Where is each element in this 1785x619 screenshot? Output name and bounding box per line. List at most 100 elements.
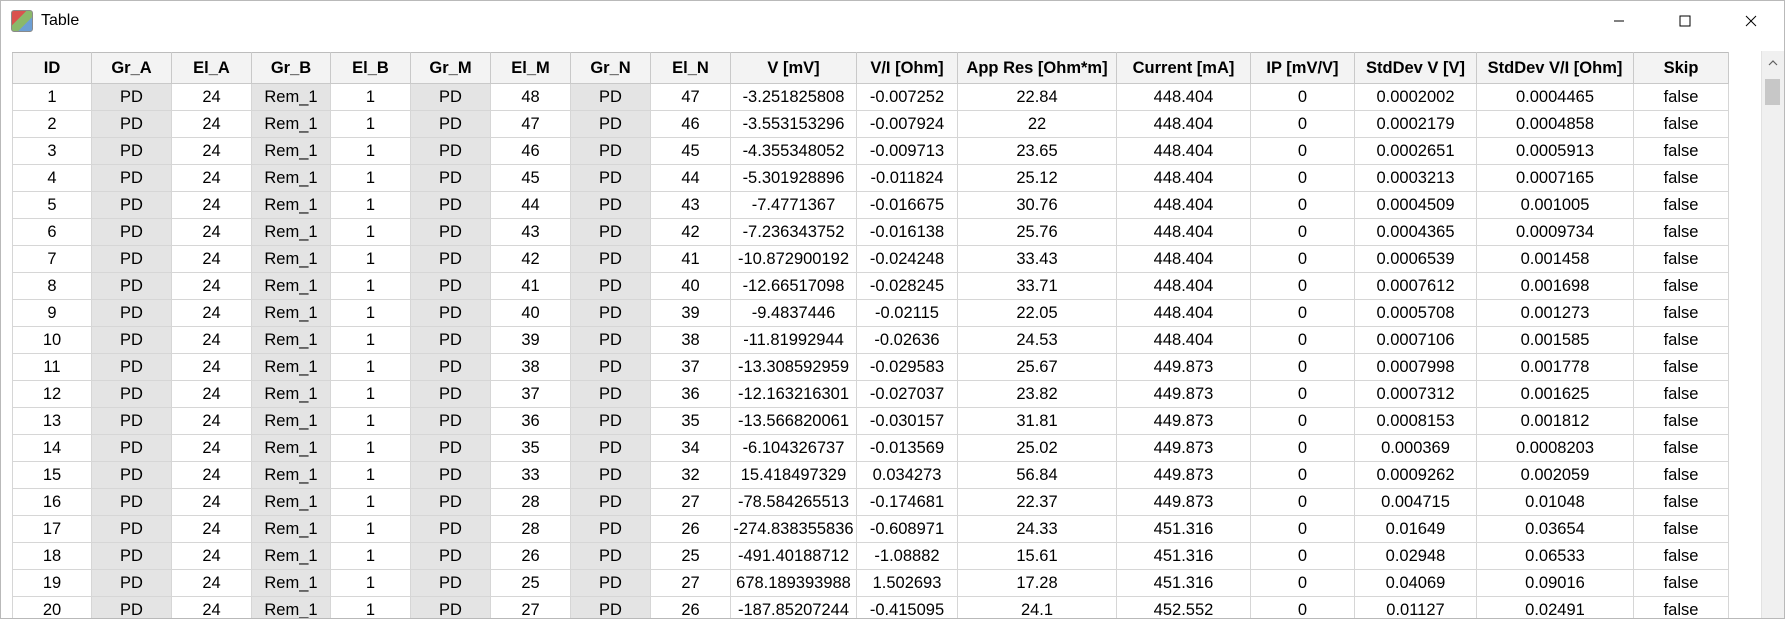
- table-cell[interactable]: PD: [410, 407, 491, 435]
- table-cell[interactable]: false: [1633, 299, 1729, 327]
- table-row[interactable]: 8 PD 24 Rem_1 1 PD 41 PD 40 -12.66517098 -0.028245…: [12, 272, 1729, 300]
- table-row[interactable]: 20 PD 24 Rem_1 1 PD 27 PD 26 -187.85207244 -0.4150…: [12, 596, 1729, 618]
- table-cell[interactable]: -3.251825808: [730, 83, 857, 111]
- table-cell[interactable]: 0.0007612: [1354, 272, 1477, 300]
- table-cell[interactable]: 42: [490, 245, 571, 273]
- table-cell[interactable]: 1: [330, 407, 411, 435]
- table-cell[interactable]: 23.65: [957, 137, 1117, 165]
- table-cell[interactable]: 1: [330, 326, 411, 354]
- column-header-el-n[interactable]: El_N: [650, 52, 731, 84]
- table-cell[interactable]: Rem_1: [251, 461, 331, 489]
- table-cell[interactable]: 13: [12, 407, 92, 435]
- table-cell[interactable]: PD: [91, 164, 172, 192]
- table-cell[interactable]: -6.104326737: [730, 434, 857, 462]
- table-cell[interactable]: 0.03654: [1476, 515, 1634, 543]
- table-cell[interactable]: false: [1633, 515, 1729, 543]
- table-cell[interactable]: PD: [570, 218, 651, 246]
- table-cell[interactable]: 24: [171, 299, 252, 327]
- scrollbar-thumb[interactable]: [1765, 79, 1780, 105]
- table-cell[interactable]: -0.608971: [856, 515, 958, 543]
- table-cell[interactable]: false: [1633, 110, 1729, 138]
- column-header-el-a[interactable]: El_A: [171, 52, 252, 84]
- table-cell[interactable]: 3: [12, 137, 92, 165]
- table-cell[interactable]: PD: [570, 299, 651, 327]
- table-cell[interactable]: -0.02115: [856, 299, 958, 327]
- table-cell[interactable]: Rem_1: [251, 596, 331, 618]
- table-cell[interactable]: 451.316: [1116, 569, 1251, 597]
- table-row[interactable]: 3 PD 24 Rem_1 1 PD 46 PD 45 -4.355348052 -0.009713…: [12, 137, 1729, 165]
- table-row[interactable]: 15 PD 24 Rem_1 1 PD 33 PD 32 15.418497329 0.034273…: [12, 461, 1729, 489]
- table-cell[interactable]: Rem_1: [251, 569, 331, 597]
- table-cell[interactable]: 24: [171, 137, 252, 165]
- table-cell[interactable]: 8: [12, 272, 92, 300]
- column-header-skip[interactable]: Skip: [1633, 52, 1729, 84]
- table-cell[interactable]: 24.53: [957, 326, 1117, 354]
- table-cell[interactable]: 0.0009734: [1476, 218, 1634, 246]
- table-cell[interactable]: 6: [12, 218, 92, 246]
- table-cell[interactable]: 0: [1250, 83, 1355, 111]
- table-cell[interactable]: 452.552: [1116, 596, 1251, 618]
- table-cell[interactable]: 33: [490, 461, 571, 489]
- table-cell[interactable]: PD: [91, 218, 172, 246]
- table-cell[interactable]: 1: [330, 164, 411, 192]
- table-cell[interactable]: 0: [1250, 434, 1355, 462]
- table-cell[interactable]: 448.404: [1116, 164, 1251, 192]
- table-cell[interactable]: 1: [330, 353, 411, 381]
- table-cell[interactable]: -0.029583: [856, 353, 958, 381]
- table-cell[interactable]: 448.404: [1116, 299, 1251, 327]
- vertical-scrollbar[interactable]: [1761, 51, 1784, 618]
- table-cell[interactable]: false: [1633, 407, 1729, 435]
- table-cell[interactable]: 0: [1250, 380, 1355, 408]
- table-cell[interactable]: 1: [330, 596, 411, 618]
- table-cell[interactable]: 24: [171, 542, 252, 570]
- table-cell[interactable]: PD: [91, 245, 172, 273]
- close-button[interactable]: [1718, 1, 1784, 41]
- table-cell[interactable]: 0: [1250, 272, 1355, 300]
- table-cell[interactable]: 27: [650, 488, 731, 516]
- table-cell[interactable]: 0.002059: [1476, 461, 1634, 489]
- table-cell[interactable]: PD: [570, 569, 651, 597]
- table-cell[interactable]: 43: [490, 218, 571, 246]
- table-cell[interactable]: -0.007252: [856, 83, 958, 111]
- table-cell[interactable]: 448.404: [1116, 191, 1251, 219]
- table-cell[interactable]: 0.0002651: [1354, 137, 1477, 165]
- table-cell[interactable]: 0.0005708: [1354, 299, 1477, 327]
- table-cell[interactable]: -12.163216301: [730, 380, 857, 408]
- table-cell[interactable]: PD: [91, 596, 172, 618]
- table-cell[interactable]: PD: [570, 272, 651, 300]
- table-row[interactable]: 19 PD 24 Rem_1 1 PD 25 PD 27 678.189393988 1.50269…: [12, 569, 1729, 597]
- column-header-ip-mv-v[interactable]: IP [mV/V]: [1250, 52, 1355, 84]
- table-cell[interactable]: PD: [91, 110, 172, 138]
- table-cell[interactable]: 1: [330, 245, 411, 273]
- table-cell[interactable]: Rem_1: [251, 218, 331, 246]
- table-cell[interactable]: PD: [91, 407, 172, 435]
- table-cell[interactable]: 448.404: [1116, 245, 1251, 273]
- table-cell[interactable]: 45: [490, 164, 571, 192]
- table-cell[interactable]: 0: [1250, 461, 1355, 489]
- maximize-button[interactable]: [1652, 1, 1718, 41]
- table-cell[interactable]: 37: [650, 353, 731, 381]
- table-cell[interactable]: false: [1633, 542, 1729, 570]
- table-cell[interactable]: 18: [12, 542, 92, 570]
- table-row[interactable]: 12 PD 24 Rem_1 1 PD 37 PD 36 -12.163216301 -0.0270…: [12, 380, 1729, 408]
- table-cell[interactable]: 1: [330, 542, 411, 570]
- table-cell[interactable]: 19: [12, 569, 92, 597]
- table-cell[interactable]: 22.37: [957, 488, 1117, 516]
- table-cell[interactable]: PD: [91, 83, 172, 111]
- table-cell[interactable]: 0.001585: [1476, 326, 1634, 354]
- column-header-el-b[interactable]: El_B: [330, 52, 411, 84]
- table-cell[interactable]: PD: [91, 137, 172, 165]
- table-cell[interactable]: 0.0004365: [1354, 218, 1477, 246]
- table-cell[interactable]: 0.02491: [1476, 596, 1634, 618]
- table-cell[interactable]: -1.08882: [856, 542, 958, 570]
- table-cell[interactable]: 26: [650, 596, 731, 618]
- column-header-id[interactable]: ID: [12, 52, 92, 84]
- table-cell[interactable]: 0: [1250, 191, 1355, 219]
- table-cell[interactable]: PD: [410, 380, 491, 408]
- table-cell[interactable]: 1: [12, 83, 92, 111]
- table-cell[interactable]: PD: [410, 596, 491, 618]
- table-cell[interactable]: 46: [490, 137, 571, 165]
- table-cell[interactable]: PD: [410, 245, 491, 273]
- table-cell[interactable]: 17.28: [957, 569, 1117, 597]
- table-cell[interactable]: 0.0004509: [1354, 191, 1477, 219]
